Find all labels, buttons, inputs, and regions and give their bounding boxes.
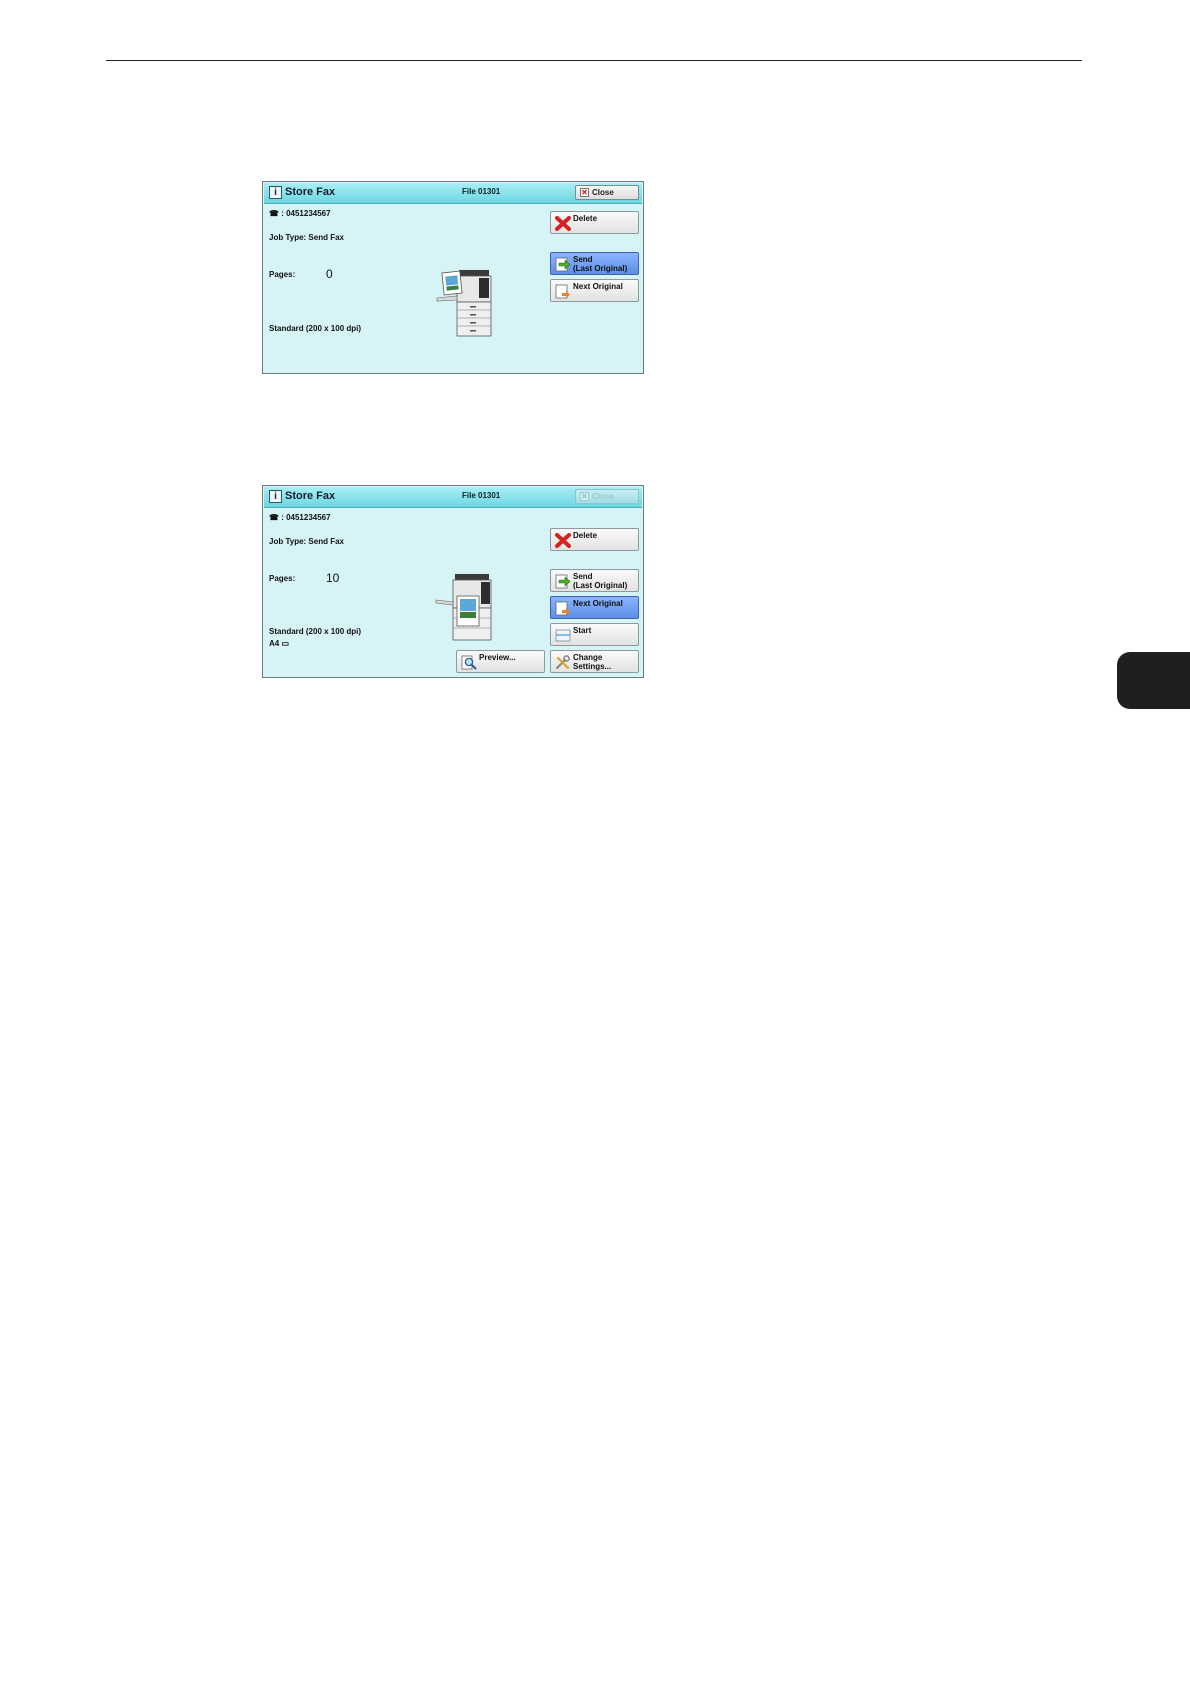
- close-icon: ✕: [580, 188, 589, 197]
- close-button[interactable]: ✕ Close: [575, 185, 639, 200]
- printer-illustration: [436, 270, 492, 337]
- job-type: Job Type: Send Fax: [269, 233, 344, 242]
- chapter-tab: [1117, 652, 1190, 709]
- store-fax-screen-2: i Store Fax File 01301 ✕ Close ☎ : 04512…: [262, 485, 644, 678]
- screen-title: Store Fax: [285, 490, 336, 502]
- job-type: Job Type: Send Fax: [269, 537, 344, 546]
- printer-illustration: [435, 574, 492, 641]
- delete-button[interactable]: Delete: [550, 211, 639, 234]
- file-number: File 01301: [462, 491, 501, 500]
- close-button-disabled: ✕ Close: [575, 489, 639, 504]
- pages-count: 0: [326, 267, 333, 281]
- pages-label: Pages:: [269, 270, 296, 279]
- send-last-original-button[interactable]: Send (Last Original): [550, 569, 639, 592]
- send-arrow-icon: [555, 257, 571, 272]
- next-original-button[interactable]: Next Original: [550, 279, 639, 302]
- delete-button[interactable]: Delete: [550, 528, 639, 551]
- tools-icon: [555, 655, 570, 670]
- send-last-original-button[interactable]: Send (Last Original): [550, 252, 639, 275]
- next-original-button[interactable]: Next Original: [550, 596, 639, 619]
- title-bar: i Store Fax File 01301 ✕ Close: [264, 487, 642, 508]
- resolution: Standard (200 x 100 dpi): [269, 324, 362, 333]
- phone-number: ☎ : 0451234567: [269, 513, 331, 522]
- close-icon: ✕: [580, 492, 589, 501]
- info-icon: i: [269, 490, 282, 503]
- store-fax-screen-1: i Store Fax File 01301 ✕ Close ☎ : 04512…: [262, 181, 644, 374]
- title-bar: i Store Fax File 01301 ✕ Close: [264, 183, 642, 204]
- next-original-icon: [555, 284, 570, 299]
- header-rule: [106, 60, 1082, 61]
- phone-number: ☎ : 0451234567: [269, 209, 331, 218]
- send-arrow-icon: [555, 574, 571, 589]
- preview-button[interactable]: Preview...: [456, 650, 545, 673]
- magnifier-icon: [461, 655, 477, 670]
- resolution: Standard (200 x 100 dpi): [269, 627, 362, 636]
- pages-label: Pages:: [269, 574, 296, 583]
- info-icon: i: [269, 186, 282, 199]
- screen-title: Store Fax: [285, 186, 336, 198]
- delete-x-icon: [555, 216, 571, 231]
- file-number: File 01301: [462, 187, 501, 196]
- start-button[interactable]: Start: [550, 623, 639, 646]
- pages-count: 10: [326, 571, 340, 585]
- change-settings-button[interactable]: Change Settings...: [550, 650, 639, 673]
- next-original-icon: [555, 601, 570, 616]
- delete-x-icon: [555, 533, 571, 548]
- paper-size: A4 ▭: [269, 639, 290, 648]
- start-scan-icon: [555, 629, 571, 642]
